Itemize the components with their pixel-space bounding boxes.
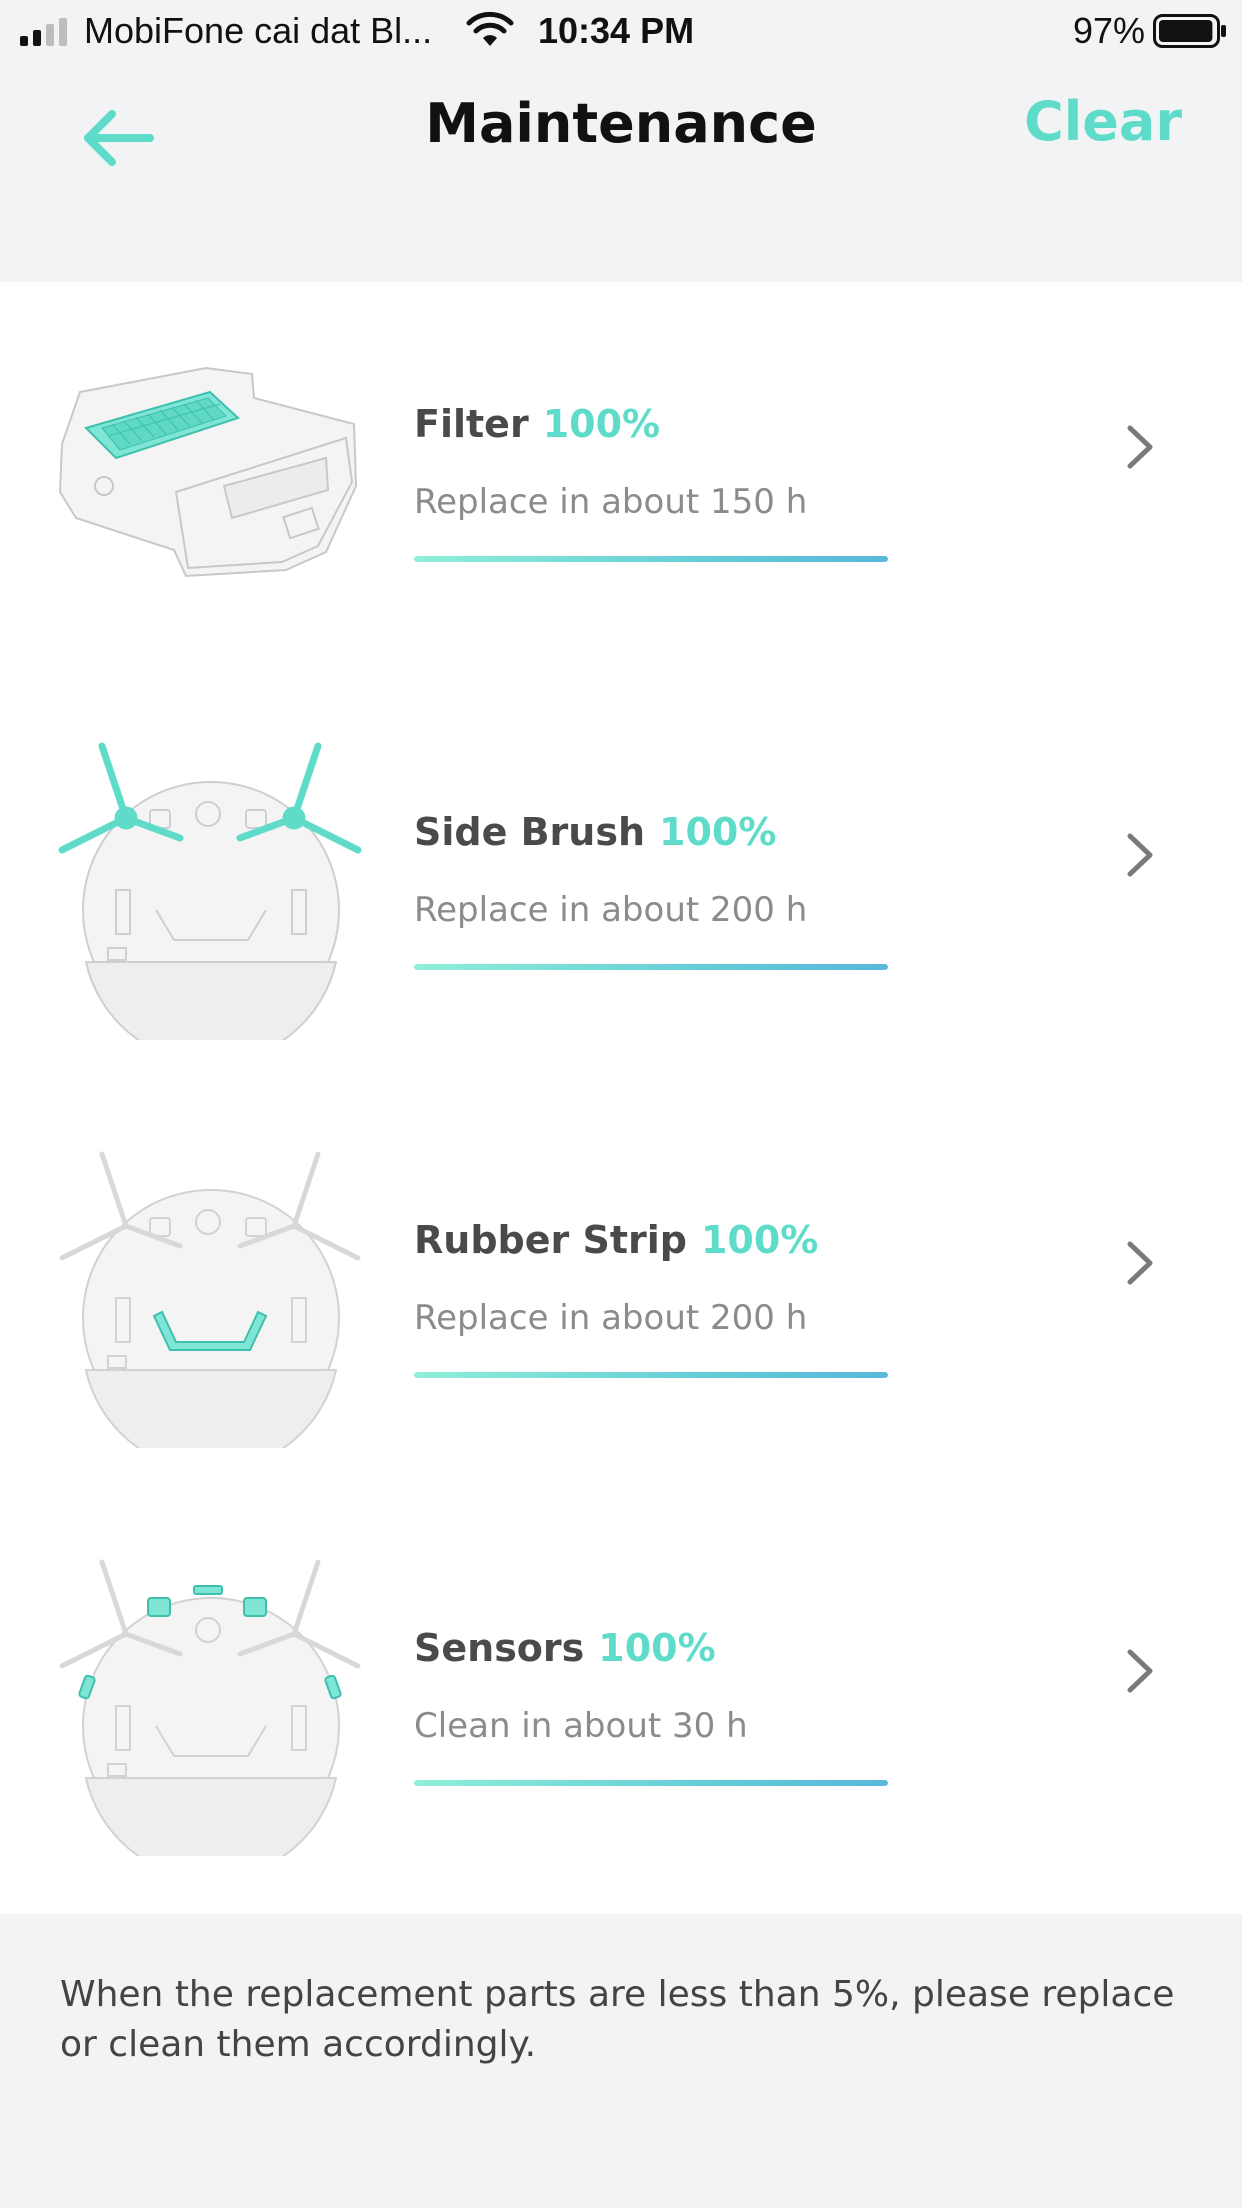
item-subtitle: Replace in about 200 h — [414, 890, 808, 930]
item-percent: 100% — [598, 1626, 716, 1670]
maintenance-note: When the replacement parts are less than… — [60, 1974, 1175, 2065]
clear-button[interactable]: Clear — [1024, 90, 1182, 153]
chevron-right-icon — [1127, 833, 1153, 877]
chevron-right-icon — [1127, 1241, 1153, 1285]
status-time: 10:34 PM — [538, 10, 695, 51]
progress-fill — [414, 1372, 888, 1378]
progress-bar — [414, 1780, 888, 1786]
battery-icon — [1153, 14, 1226, 48]
cellular-signal-icon — [20, 18, 67, 46]
arrow-left-icon — [84, 110, 154, 166]
item-title: Rubber Strip 100% — [414, 1218, 818, 1262]
chevron-right-icon — [1127, 425, 1153, 469]
progress-bar — [414, 556, 888, 562]
progress-fill — [414, 964, 888, 970]
filter-illustration — [58, 366, 358, 578]
maintenance-list: Filter 100% Replace in about 150 h Side … — [0, 282, 1242, 1914]
progress-fill — [414, 1780, 888, 1786]
back-button[interactable] — [80, 98, 156, 178]
item-name: Sensors — [414, 1626, 585, 1670]
item-subtitle: Replace in about 150 h — [414, 482, 808, 522]
item-title: Side Brush 100% — [414, 810, 776, 854]
item-title: Filter 100% — [414, 402, 660, 446]
progress-bar — [414, 964, 888, 970]
wifi-icon — [466, 12, 514, 46]
item-percent: 100% — [700, 1218, 819, 1262]
rubber-strip-illustration — [59, 1151, 361, 1448]
status-bar: MobiFone cai dat Bl... 10:34 PM 97% — [0, 0, 1242, 62]
item-subtitle: Clean in about 30 h — [414, 1706, 748, 1746]
maintenance-item-filter[interactable]: Filter 100% Replace in about 150 h — [0, 282, 1242, 690]
item-subtitle: Replace in about 200 h — [414, 1298, 808, 1338]
side-brush-illustration — [58, 742, 362, 1040]
carrier-name: MobiFone cai dat Bl... — [84, 10, 433, 51]
item-name: Filter — [414, 402, 529, 446]
maintenance-item-sensors[interactable]: Sensors 100% Clean in about 30 h — [0, 1506, 1242, 1914]
battery-percentage: 97% — [1073, 10, 1146, 51]
item-percent: 100% — [542, 402, 661, 446]
item-name: Side Brush — [414, 810, 646, 854]
item-name: Rubber Strip — [414, 1218, 687, 1262]
navigation-bar: Maintenance Clear — [0, 62, 1242, 282]
sensors-illustration — [59, 1559, 361, 1856]
chevron-right-icon — [1127, 1649, 1153, 1693]
progress-fill — [414, 556, 888, 562]
maintenance-item-side-brush[interactable]: Side Brush 100% Replace in about 200 h — [0, 690, 1242, 1098]
item-percent: 100% — [659, 810, 777, 854]
maintenance-item-rubber-strip[interactable]: Rubber Strip 100% Replace in about 200 h — [0, 1098, 1242, 1506]
item-title: Sensors 100% — [414, 1626, 716, 1670]
progress-bar — [414, 1372, 888, 1378]
